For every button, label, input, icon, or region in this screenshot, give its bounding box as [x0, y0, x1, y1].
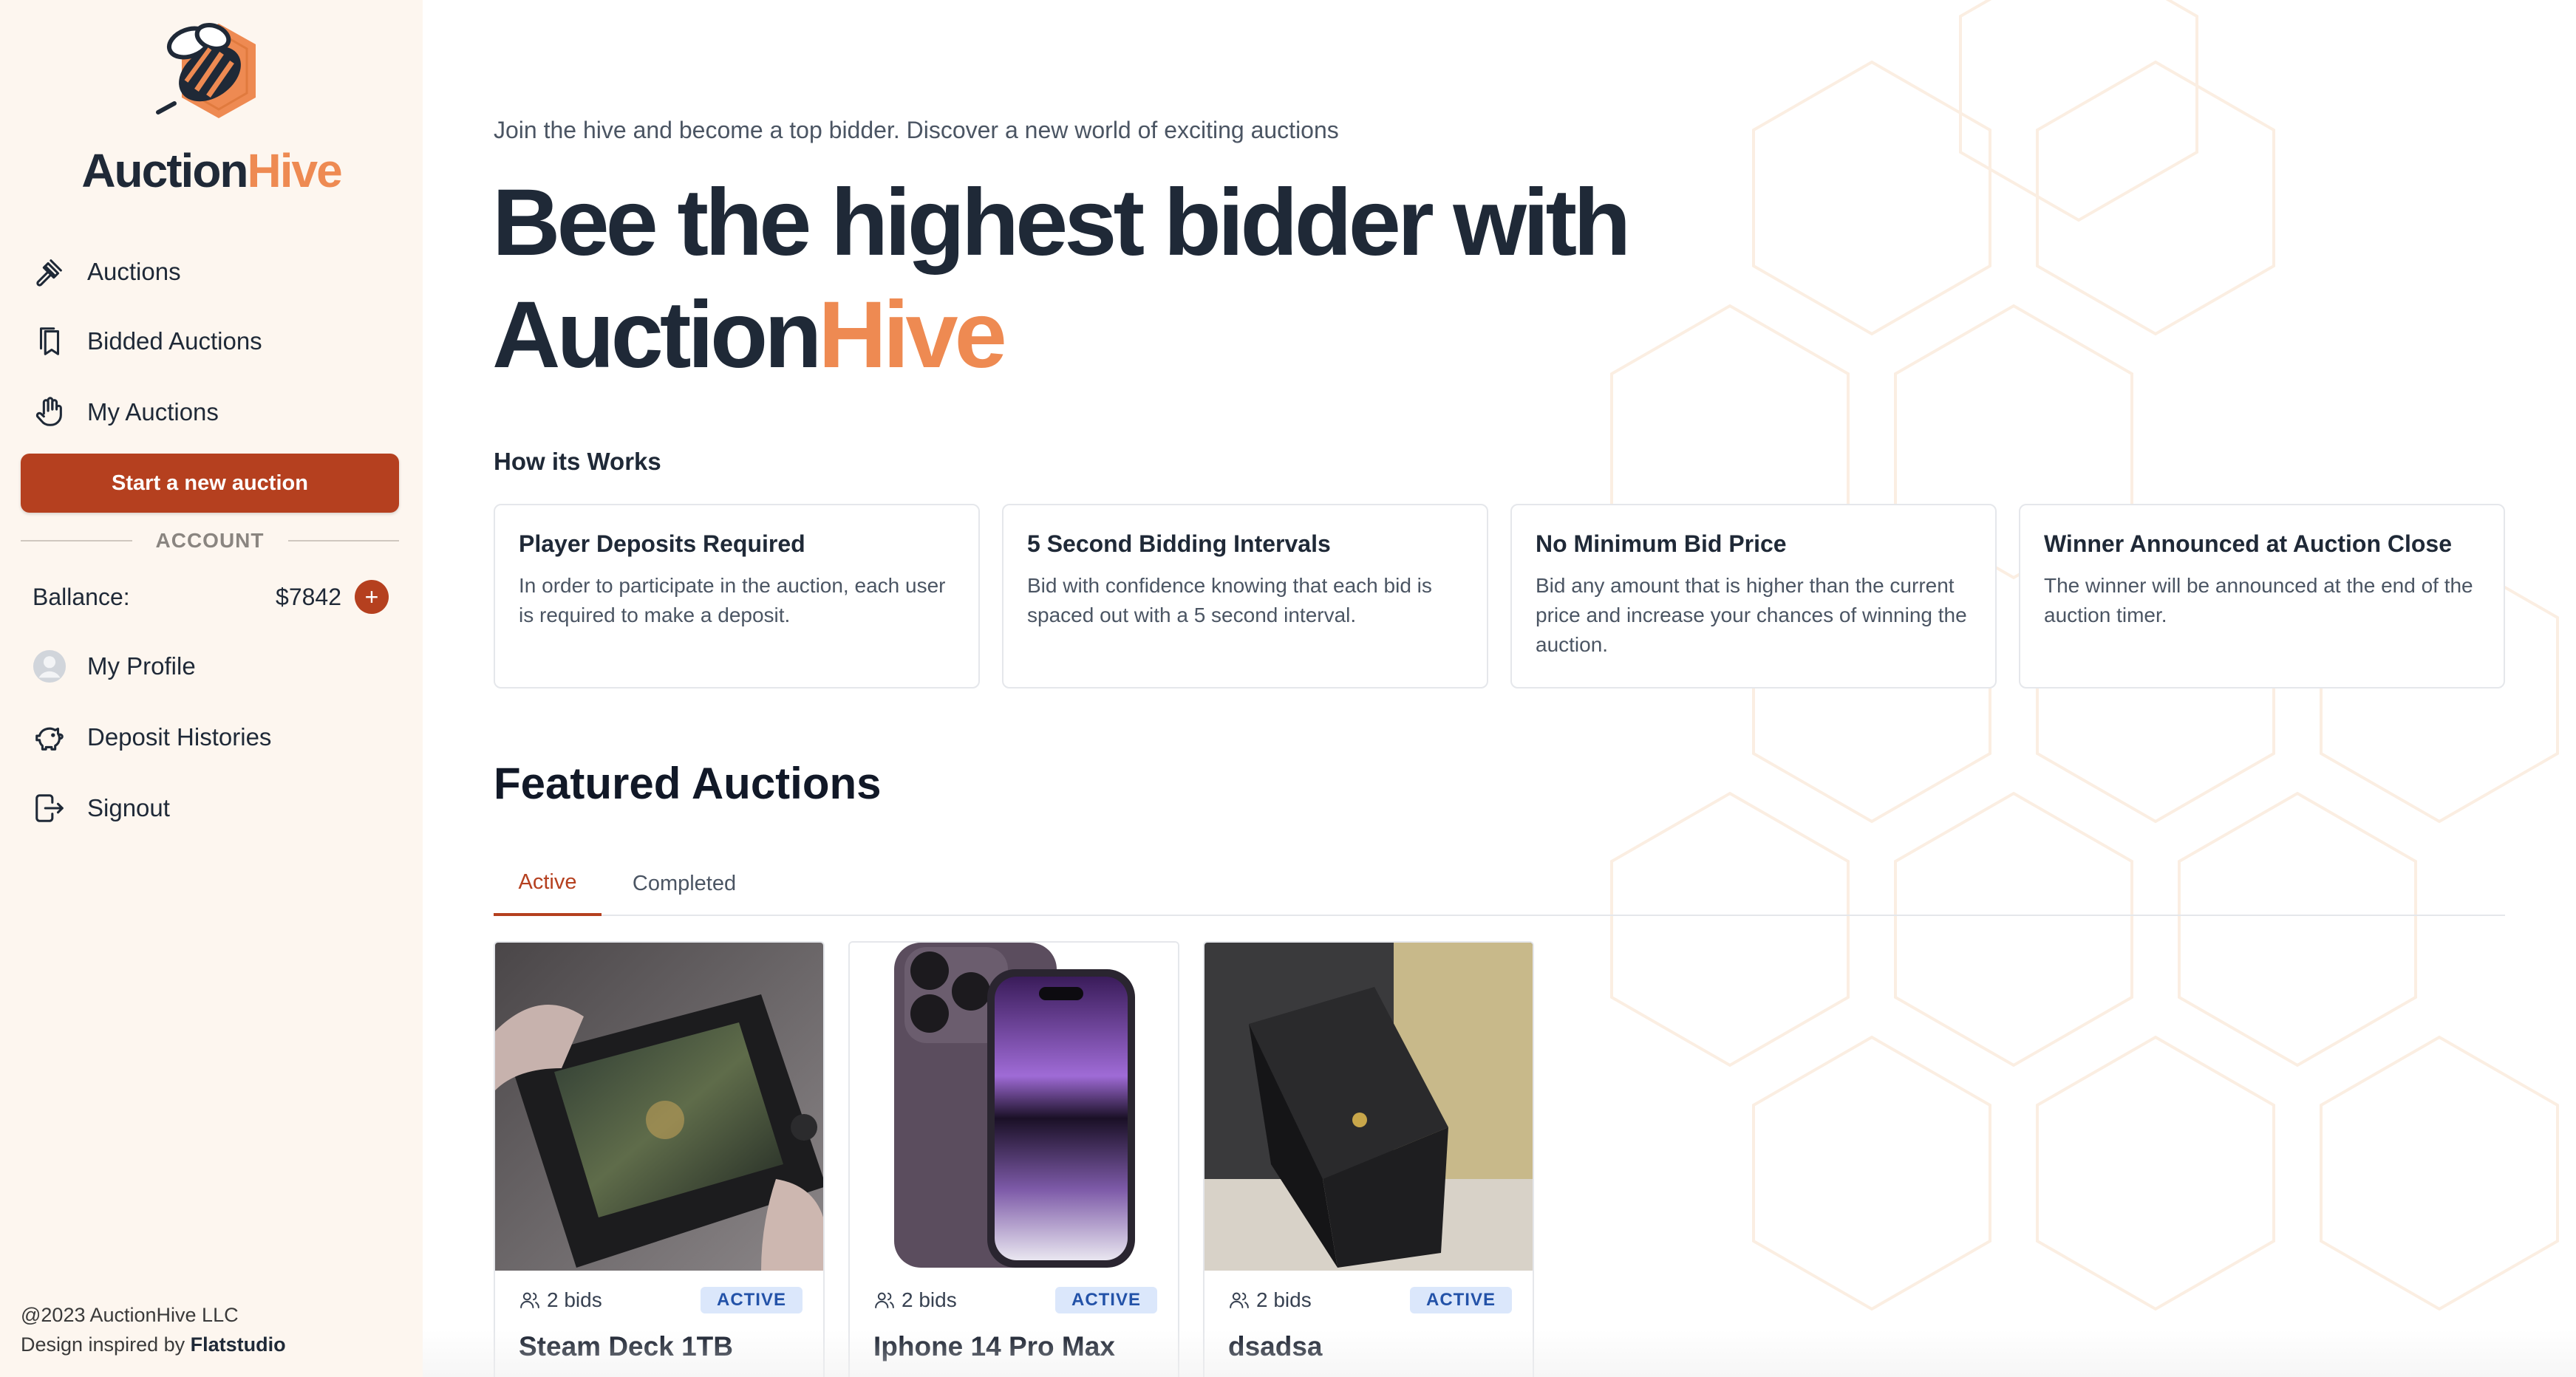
main-content: Join the hive and become a top bidder. D… [423, 0, 2576, 1377]
info-card: Player Deposits Required In order to par… [494, 504, 980, 688]
hero-brand-part1: Auction [492, 282, 822, 388]
info-card: No Minimum Bid Price Bid any amount that… [1510, 504, 1997, 688]
product-image-box [1204, 943, 1533, 1271]
sidebar-item-label: My Profile [87, 652, 196, 680]
users-icon [520, 1292, 539, 1308]
add-balance-button[interactable]: + [355, 580, 389, 614]
auction-card-meta: 2 bids ACTIVE [873, 1284, 1157, 1316]
product-image-steam-deck [495, 943, 823, 1271]
signout-icon [35, 794, 64, 822]
status-badge: ACTIVE [700, 1287, 803, 1313]
info-card-title: Winner Announced at Auction Close [2044, 530, 2453, 557]
how-it-works-cards: Player Deposits Required In order to par… [494, 504, 2505, 688]
sidebar-footer: @2023 AuctionHive LLC Design inspired by… [21, 1300, 286, 1359]
featured-auctions-title: Featured Auctions [494, 759, 882, 808]
divider-line [287, 540, 399, 541]
account-section-divider: ACCOUNT [21, 526, 399, 556]
hand-icon [35, 397, 62, 426]
app-root: AuctionHive Auctions Bidded Auctions My … [0, 0, 2576, 1377]
sidebar-item-label: Bidded Auctions [87, 327, 262, 355]
piggy-bank-icon [35, 727, 64, 751]
info-card: 5 Second Bidding Intervals Bid with conf… [1002, 504, 1488, 688]
auction-card-dsadsa[interactable]: 2 bids ACTIVE dsadsa [1203, 941, 1534, 1377]
auction-card-meta: 2 bids ACTIVE [1228, 1284, 1512, 1316]
sidebar-item-deposit-histories[interactable]: Deposit Histories [33, 717, 402, 758]
sidebar-item-label: My Auctions [87, 398, 219, 426]
balance-label: Ballance: [33, 583, 130, 610]
divider-line [21, 540, 132, 541]
sidebar-item-label: Signout [87, 794, 170, 821]
hero-heading: Bee the highest bidder with AuctionHive [492, 167, 1631, 392]
sidebar-item-label: Auctions [87, 258, 181, 285]
design-credit-link[interactable]: Flatstudio [191, 1333, 286, 1356]
design-credit-prefix: Design inspired by [21, 1333, 185, 1356]
info-card-title: 5 Second Bidding Intervals [1027, 530, 1331, 557]
auction-card-title: Iphone 14 Pro Max [873, 1331, 1115, 1361]
sidebar-item-signout[interactable]: Signout [33, 787, 402, 829]
bid-count: 2 bids [902, 1288, 957, 1311]
balance-row: Ballance: $7842 + [33, 576, 389, 618]
auction-tabs: Active Completed [494, 851, 2505, 916]
bee-logo-icon[interactable] [152, 16, 270, 127]
auction-card-steam-deck[interactable]: 2 bids ACTIVE Steam Deck 1TB [494, 941, 825, 1377]
brand-logo-text[interactable]: AuctionHive [0, 143, 423, 198]
sidebar-item-bidded-auctions[interactable]: Bidded Auctions [33, 321, 402, 362]
brand-name-part2: Hive [247, 144, 343, 197]
product-image-iphone [850, 943, 1178, 1271]
info-card-desc: In order to participate in the auction, … [519, 574, 946, 626]
sidebar-item-auctions[interactable]: Auctions [33, 251, 402, 293]
auction-card-title: Steam Deck 1TB [519, 1331, 733, 1361]
info-card-desc: Bid with confidence knowing that each bi… [1027, 574, 1432, 626]
copyright-text: @2023 AuctionHive LLC [21, 1304, 239, 1326]
gavel-icon [36, 259, 62, 287]
bookmark-icon [39, 327, 60, 355]
account-section-label: ACCOUNT [155, 529, 265, 552]
hero-line-2: AuctionHive [492, 279, 1627, 392]
how-it-works-title: How its Works [494, 448, 661, 475]
info-card: Winner Announced at Auction Close The wi… [2019, 504, 2505, 688]
design-credit: Design inspired by Flatstudio [21, 1330, 286, 1359]
auction-card-title: dsadsa [1228, 1331, 1323, 1361]
sidebar: AuctionHive Auctions Bidded Auctions My … [0, 0, 423, 1377]
users-icon [1230, 1292, 1249, 1308]
avatar-icon [33, 649, 67, 683]
auction-card-meta: 2 bids ACTIVE [519, 1284, 803, 1316]
auction-card-iphone[interactable]: 2 bids ACTIVE Iphone 14 Pro Max [848, 941, 1179, 1377]
info-card-desc: Bid any amount that is higher than the c… [1536, 574, 1967, 656]
tab-active[interactable]: Active [494, 851, 602, 916]
bid-count: 2 bids [547, 1288, 602, 1311]
status-badge: ACTIVE [1054, 1287, 1157, 1313]
status-badge: ACTIVE [1409, 1287, 1512, 1313]
hero-line-1: Bee the highest bidder with [492, 170, 1631, 276]
info-card-title: Player Deposits Required [519, 530, 805, 557]
start-new-auction-button[interactable]: Start a new auction [21, 454, 399, 513]
sidebar-item-my-auctions[interactable]: My Auctions [33, 392, 402, 433]
sidebar-item-label: Deposit Histories [87, 723, 272, 751]
info-card-desc: The winner will be announced at the end … [2044, 574, 2473, 626]
hero-tagline: Join the hive and become a top bidder. D… [494, 117, 1339, 143]
tab-completed[interactable]: Completed [602, 851, 767, 916]
bid-count: 2 bids [1256, 1288, 1312, 1311]
sidebar-item-my-profile[interactable]: My Profile [33, 646, 402, 687]
users-icon [875, 1292, 894, 1308]
info-card-title: No Minimum Bid Price [1536, 530, 1787, 557]
balance-value: $7842 [276, 583, 341, 610]
hero-brand-part2: Hive [818, 282, 1006, 388]
brand-name-part1: Auction [81, 144, 248, 197]
